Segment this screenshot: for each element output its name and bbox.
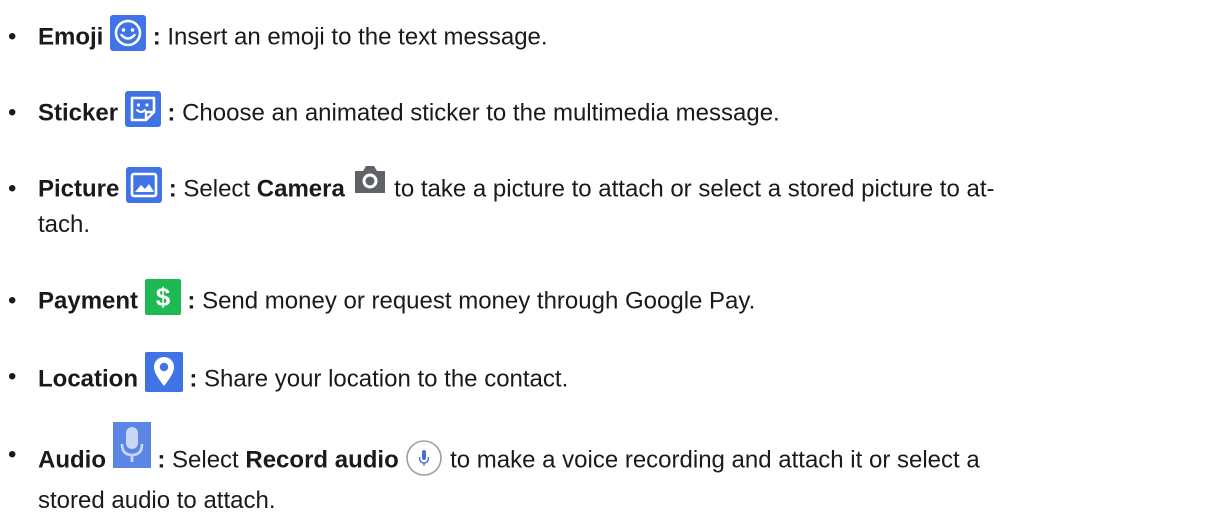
- item-colon: :: [157, 446, 166, 474]
- location-icon: [144, 352, 183, 392]
- item-description-before: Select: [183, 175, 251, 203]
- item-description-before: Select: [172, 446, 239, 474]
- bullet: •: [8, 23, 17, 50]
- camera-icon: [352, 163, 388, 195]
- item-colon: :: [187, 287, 196, 315]
- payment-icon: $: [144, 279, 181, 315]
- item-colon: :: [189, 365, 198, 393]
- item-description: Choose an animated sticker to the multim…: [182, 99, 780, 127]
- item-description-after: to take a picture to attach or select a …: [394, 175, 995, 203]
- inline-label-camera: Camera: [256, 175, 345, 203]
- bullet: •: [8, 99, 17, 126]
- bullet: •: [8, 287, 17, 314]
- item-label: Picture: [38, 175, 120, 203]
- microphone-icon: [112, 422, 151, 468]
- item-label: Location: [38, 365, 138, 393]
- emoji-icon: [110, 15, 147, 51]
- item-label: Emoji: [38, 23, 104, 51]
- item-label: Sticker: [38, 99, 119, 127]
- item-label: Payment: [38, 287, 139, 315]
- bullet: •: [8, 363, 17, 390]
- sticker-icon: [124, 91, 161, 127]
- item-colon: :: [152, 23, 161, 51]
- item-description-continued: stored audio to attach.: [38, 487, 276, 514]
- record-audio-icon: [405, 439, 443, 477]
- inline-label-record-audio: Record audio: [245, 446, 399, 474]
- svg-text:$: $: [155, 282, 170, 312]
- item-description: Insert an emoji to the text message.: [167, 23, 548, 51]
- item-description-after: to make a voice recording and attach it …: [450, 446, 980, 474]
- picture-icon: [126, 167, 163, 203]
- bullet: •: [8, 441, 17, 468]
- item-description-continued: tach.: [38, 211, 91, 238]
- item-label: Audio: [38, 446, 106, 474]
- item-description: Send money or request money through Goog…: [202, 287, 756, 315]
- item-description: Share your location to the contact.: [204, 365, 569, 393]
- bullet: •: [8, 175, 17, 202]
- item-colon: :: [167, 99, 176, 127]
- item-colon: :: [168, 175, 177, 203]
